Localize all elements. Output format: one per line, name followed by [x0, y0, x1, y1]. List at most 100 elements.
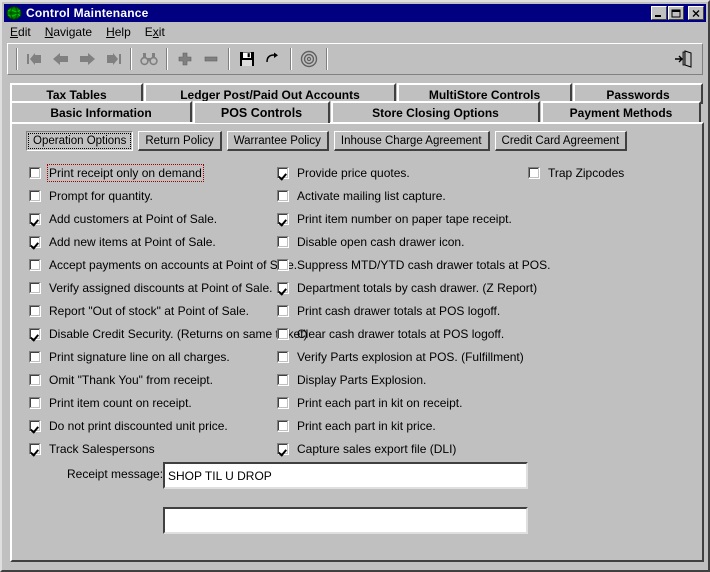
- checkbox-display-parts-explosion[interactable]: [277, 373, 289, 386]
- tab-payment-methods[interactable]: Payment Methods: [541, 101, 701, 122]
- option-row-clear-cash-drawer-totals-at-pos-logoff[interactable]: Clear cash drawer totals at POS logoff.: [277, 322, 527, 345]
- checkbox-verify-assigned-discounts-at-point-of-sale[interactable]: [29, 281, 41, 294]
- receipt-message-line1-input[interactable]: [163, 462, 528, 489]
- tab-store-closing-options[interactable]: Store Closing Options: [331, 101, 540, 122]
- checkbox-label: Add new items at Point of Sale.: [49, 234, 216, 249]
- option-row-track-salespersons[interactable]: Track Salespersons: [29, 437, 287, 460]
- checkbox-print-item-number-on-paper-tape-receipt[interactable]: [277, 212, 289, 225]
- checkbox-print-cash-drawer-totals-at-pos-logoff[interactable]: [277, 304, 289, 317]
- previous-record-icon[interactable]: [48, 47, 74, 71]
- option-row-print-item-number-on-paper-tape-receipt[interactable]: Print item number on paper tape receipt.: [277, 207, 527, 230]
- checkbox-track-salespersons[interactable]: [29, 442, 41, 455]
- option-row-print-each-part-in-kit-price[interactable]: Print each part in kit price.: [277, 414, 527, 437]
- checkbox-department-totals-by-cash-drawer-z-report[interactable]: [277, 281, 289, 294]
- tab-pos-controls[interactable]: POS Controls: [193, 101, 330, 123]
- option-row-department-totals-by-cash-drawer-z-report[interactable]: Department totals by cash drawer. (Z Rep…: [277, 276, 537, 299]
- subtab-warrantee-policy[interactable]: Warrantee Policy: [226, 131, 329, 151]
- subtab-return-policy[interactable]: Return Policy: [138, 131, 222, 151]
- option-row-print-signature-line-on-all-charges[interactable]: Print signature line on all charges.: [29, 345, 287, 368]
- delete-minus-icon[interactable]: [198, 47, 224, 71]
- checkbox-suppress-mtdytd-cash-drawer-totals-at-pos[interactable]: [277, 258, 289, 271]
- option-row-print-each-part-in-kit-on-receipt[interactable]: Print each part in kit on receipt.: [277, 391, 527, 414]
- option-row-print-item-count-on-receipt[interactable]: Print item count on receipt.: [29, 391, 287, 414]
- subtab-inhouse-charge-agreement[interactable]: Inhouse Charge Agreement: [333, 131, 490, 151]
- save-disk-icon[interactable]: [234, 47, 260, 71]
- close-button[interactable]: [688, 6, 704, 20]
- checkbox-label: Department totals by cash drawer. (Z Rep…: [297, 280, 538, 295]
- checkbox-print-each-part-in-kit-on-receipt[interactable]: [277, 396, 289, 409]
- checkbox-clear-cash-drawer-totals-at-pos-logoff[interactable]: [277, 327, 289, 340]
- option-row-do-not-print-discounted-unit-price[interactable]: Do not print discounted unit price.: [29, 414, 287, 437]
- refresh-arrow-icon[interactable]: [260, 47, 286, 71]
- checkbox-disable-open-cash-drawer-icon[interactable]: [277, 235, 289, 248]
- checkbox-label: Prompt for quantity.: [49, 188, 153, 203]
- checkbox-label: Disable open cash drawer icon.: [297, 234, 465, 249]
- title-bar: Control Maintenance: [4, 4, 706, 22]
- checkbox-add-new-items-at-point-of-sale[interactable]: [29, 235, 41, 248]
- option-row-add-new-items-at-point-of-sale[interactable]: Add new items at Point of Sale.: [29, 230, 287, 253]
- menu-navigate[interactable]: Navigate: [45, 25, 92, 39]
- tab-content-panel: Operation Options Return Policy Warrante…: [10, 122, 704, 562]
- option-row-add-customers-at-point-of-sale[interactable]: Add customers at Point of Sale.: [29, 207, 287, 230]
- option-row-display-parts-explosion[interactable]: Display Parts Explosion.: [277, 368, 527, 391]
- checkbox-print-receipt-only-on-demand[interactable]: [29, 166, 41, 179]
- add-plus-icon[interactable]: [172, 47, 198, 71]
- last-record-icon[interactable]: [100, 47, 126, 71]
- option-row-print-cash-drawer-totals-at-pos-logoff[interactable]: Print cash drawer totals at POS logoff.: [277, 299, 527, 322]
- exit-door-icon[interactable]: [668, 46, 698, 72]
- option-row-provide-price-quotes[interactable]: Provide price quotes.: [277, 161, 527, 184]
- maximize-button[interactable]: [668, 6, 684, 20]
- checkbox-label: Add customers at Point of Sale.: [49, 211, 218, 226]
- checkbox-activate-mailing-list-capture[interactable]: [277, 189, 289, 202]
- checkbox-disable-credit-security-returns-on-same-ticket[interactable]: [29, 327, 41, 340]
- toolbar-separator: [166, 48, 168, 70]
- subtab-operation-options[interactable]: Operation Options: [26, 131, 134, 151]
- checkbox-verify-parts-explosion-at-pos-fulfillment[interactable]: [277, 350, 289, 363]
- checkbox-label: Display Parts Explosion.: [297, 372, 427, 387]
- option-row-disable-open-cash-drawer-icon[interactable]: Disable open cash drawer icon.: [277, 230, 527, 253]
- checkbox-label: Do not print discounted unit price.: [49, 418, 228, 433]
- first-record-icon[interactable]: [22, 47, 48, 71]
- checkbox-accept-payments-on-accounts-at-point-of-sale[interactable]: [29, 258, 41, 271]
- checkbox-report-out-of-stock-at-point-of-sale[interactable]: [29, 304, 41, 317]
- find-binoculars-icon[interactable]: [136, 47, 162, 71]
- receipt-message-line2-input[interactable]: [163, 507, 528, 534]
- checkbox-omit-thank-you-from-receipt[interactable]: [29, 373, 41, 386]
- checkbox-capture-sales-export-file-dli[interactable]: [277, 442, 289, 455]
- option-row-report-out-of-stock-at-point-of-sale[interactable]: Report "Out of stock" at Point of Sale.: [29, 299, 287, 322]
- menu-exit[interactable]: Exit: [145, 25, 165, 39]
- checkbox-label: Track Salespersons: [49, 441, 155, 456]
- option-row-prompt-for-quantity[interactable]: Prompt for quantity.: [29, 184, 287, 207]
- next-record-icon[interactable]: [74, 47, 100, 71]
- option-row-disable-credit-security-returns-on-same-ticket[interactable]: Disable Credit Security. (Returns on sam…: [29, 322, 308, 345]
- checkbox-print-each-part-in-kit-price[interactable]: [277, 419, 289, 432]
- toolbar-separator: [16, 48, 18, 70]
- menu-edit[interactable]: Edit: [10, 25, 31, 39]
- toolbar-separator: [130, 48, 132, 70]
- minimize-button[interactable]: [651, 6, 667, 20]
- option-row-accept-payments-on-accounts-at-point-of-sale[interactable]: Accept payments on accounts at Point of …: [29, 253, 297, 276]
- option-row-capture-sales-export-file-dli[interactable]: Capture sales export file (DLI): [277, 437, 527, 460]
- checkbox-label: Print signature line on all charges.: [49, 349, 230, 364]
- checkbox-print-signature-line-on-all-charges[interactable]: [29, 350, 41, 363]
- checkbox-label: Provide price quotes.: [297, 165, 410, 180]
- checkbox-do-not-print-discounted-unit-price[interactable]: [29, 419, 41, 432]
- option-row-verify-assigned-discounts-at-point-of-sale[interactable]: Verify assigned discounts at Point of Sa…: [29, 276, 287, 299]
- checkbox-prompt-for-quantity[interactable]: [29, 189, 41, 202]
- subtab-credit-card-agreement[interactable]: Credit Card Agreement: [494, 131, 628, 151]
- checkbox-trap-zipcodes[interactable]: [528, 166, 540, 179]
- option-row-omit-thank-you-from-receipt[interactable]: Omit "Thank You" from receipt.: [29, 368, 287, 391]
- option-row-print-receipt-only-on-demand[interactable]: Print receipt only on demand: [29, 161, 287, 184]
- option-row-verify-parts-explosion-at-pos-fulfillment[interactable]: Verify Parts explosion at POS. (Fulfillm…: [277, 345, 527, 368]
- tab-basic-information[interactable]: Basic Information: [10, 101, 192, 122]
- option-row-activate-mailing-list-capture[interactable]: Activate mailing list capture.: [277, 184, 527, 207]
- checkbox-provide-price-quotes[interactable]: [277, 166, 289, 179]
- options-column-left: Print receipt only on demand Prompt for q…: [29, 161, 308, 460]
- checkbox-add-customers-at-point-of-sale[interactable]: [29, 212, 41, 225]
- target-circle-icon[interactable]: [296, 47, 322, 71]
- menu-bar: Edit Navigate Help Exit: [4, 23, 706, 41]
- option-row-trap-zipcodes[interactable]: Trap Zipcodes: [528, 161, 698, 184]
- checkbox-print-item-count-on-receipt[interactable]: [29, 396, 41, 409]
- menu-help[interactable]: Help: [106, 25, 131, 39]
- option-row-suppress-mtdytd-cash-drawer-totals-at-pos[interactable]: Suppress MTD/YTD cash drawer totals at P…: [277, 253, 550, 276]
